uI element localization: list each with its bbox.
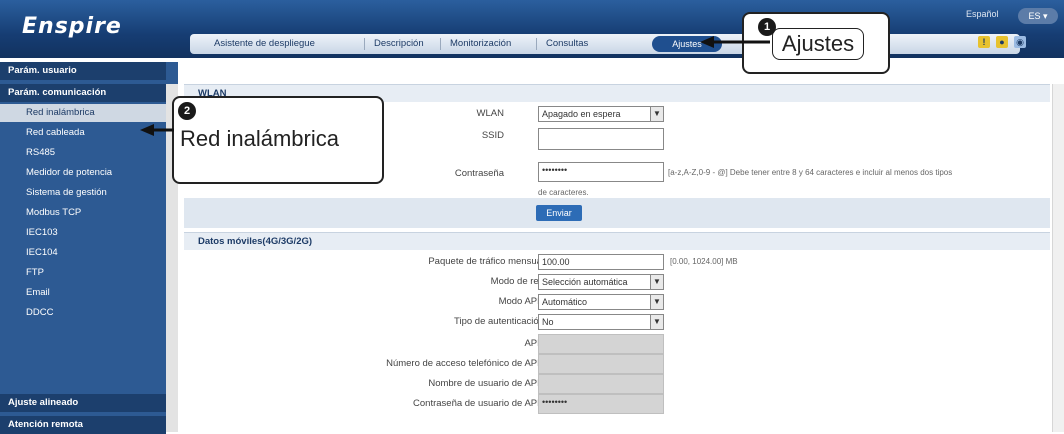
tab-separator (536, 38, 537, 50)
chevron-down-icon: ▼ (650, 295, 663, 309)
user-icon[interactable]: ◉ (1014, 36, 1026, 48)
auth-type-value: No (542, 317, 554, 327)
traffic-hint: [0.00, 1024.00] MB (670, 257, 738, 266)
traffic-label: Paquete de tráfico mensual (428, 256, 544, 267)
password-input[interactable]: •••••••• (538, 162, 664, 182)
tab-separator (440, 38, 441, 50)
traffic-input[interactable]: 100.00 (538, 254, 664, 270)
apn-mode-value: Automático (542, 297, 588, 307)
apn-mode-select[interactable]: Automático ▼ (538, 294, 664, 310)
network-mode-select[interactable]: Selección automática ▼ (538, 274, 664, 290)
apn-label: APN (524, 338, 544, 349)
auth-type-label: Tipo de autenticación (454, 316, 544, 327)
sidebar-item-management-system[interactable]: Sistema de gestión (0, 184, 166, 202)
apn-username-input[interactable] (538, 374, 664, 394)
apn-password-label: Contraseña de usuario de APN (413, 398, 544, 409)
brand-logo: Enspire (22, 14, 122, 39)
sidebar-item-power-meter[interactable]: Medidor de potencia (0, 164, 166, 182)
sidebar-item-ddcc[interactable]: DDCC (0, 304, 166, 322)
send-button[interactable]: Enviar (536, 205, 582, 221)
ssid-input[interactable] (538, 128, 664, 150)
apn-username-label: Nombre de usuario de APN (428, 378, 544, 389)
sidebar-item-modbus-tcp[interactable]: Modbus TCP (0, 204, 166, 222)
password-hint-cont: de caracteres. (538, 188, 589, 197)
password-hint: [a-z,A-Z,0-9 - @] Debe tener entre 8 y 6… (668, 168, 953, 177)
sidebar-item-iec104[interactable]: IEC104 (0, 244, 166, 262)
apn-dial-label: Número de acceso telefónico de APN (386, 358, 544, 369)
apn-password-input[interactable]: •••••••• (538, 394, 664, 414)
warning-icon[interactable]: ! (978, 36, 990, 48)
app-header: Enspire Español ES ▾ Asistente de despli… (0, 0, 1064, 58)
status-icons: ! ● ◉ (978, 36, 1026, 48)
tab-description[interactable]: Descripción (374, 36, 424, 52)
tab-separator (364, 38, 365, 50)
alarm-icon[interactable]: ● (996, 36, 1008, 48)
sidebar-item-rs485[interactable]: RS485 (0, 144, 166, 162)
chevron-down-icon: ▼ (650, 107, 663, 121)
sidebar-item-wireless[interactable]: Red inalámbrica (0, 104, 166, 122)
chevron-down-icon: ▼ (650, 275, 663, 289)
wlan-select-value: Apagado en espera (542, 109, 621, 119)
main-scrollbar[interactable] (1052, 84, 1064, 432)
sidebar-group-comm-params[interactable]: Parám. comunicación (0, 84, 166, 102)
apn-input[interactable] (538, 334, 664, 354)
language-label: Español (966, 9, 999, 19)
sidebar-item-iec103[interactable]: IEC103 (0, 224, 166, 242)
sidebar-group-remote[interactable]: Atención remota (0, 416, 166, 434)
sidebar-item-ftp[interactable]: FTP (0, 264, 166, 282)
step-2-badge: 2 (178, 102, 196, 120)
wlan-select[interactable]: Apagado en espera ▼ (538, 106, 664, 122)
language-toggle[interactable]: ES ▾ (1018, 8, 1058, 24)
mobile-section-title: Datos móviles(4G/3G/2G) (184, 232, 1050, 250)
tab-monitoring[interactable]: Monitorización (450, 36, 511, 52)
tab-queries[interactable]: Consultas (546, 36, 588, 52)
network-mode-label: Modo de red (490, 276, 544, 287)
apn-mode-label: Modo APN (498, 296, 544, 307)
send-bar: Enviar (184, 198, 1050, 228)
callout-wireless-label: Red inalámbrica (180, 126, 339, 151)
sidebar-group-advanced[interactable]: Ajuste alineado (0, 394, 166, 412)
apn-dial-input[interactable] (538, 354, 664, 374)
sidebar-item-email[interactable]: Email (0, 284, 166, 302)
tab-deployment-wizard[interactable]: Asistente de despliegue (214, 36, 315, 52)
chevron-down-icon: ▼ (650, 315, 663, 329)
callout-wireless: Red inalámbrica (172, 96, 384, 184)
callout-arrow-icon (140, 124, 174, 136)
auth-type-select[interactable]: No ▼ (538, 314, 664, 330)
callout-arrow-icon (700, 36, 770, 48)
callout-settings-label: Ajustes (772, 28, 864, 60)
network-mode-value: Selección automática (542, 277, 628, 287)
sidebar-group-user-params[interactable]: Parám. usuario (0, 62, 166, 80)
step-1-badge: 1 (758, 18, 776, 36)
